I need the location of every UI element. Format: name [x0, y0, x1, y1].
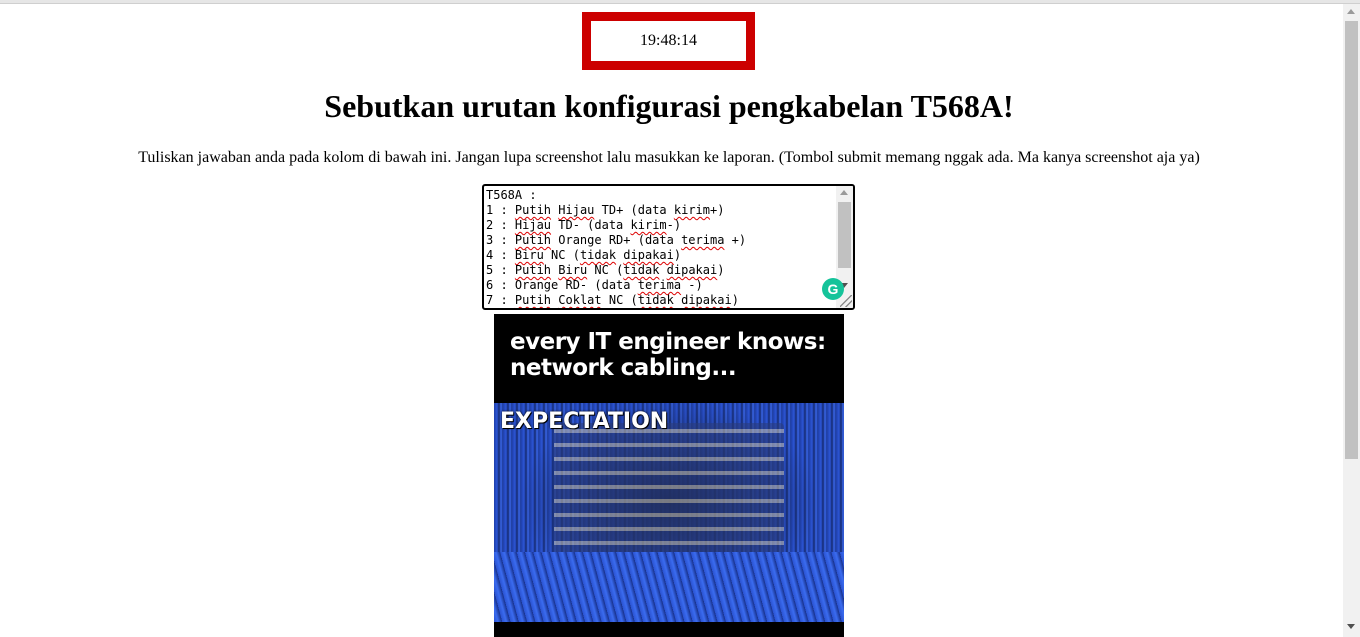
- chevron-up-icon[interactable]: [1347, 9, 1355, 14]
- meme-caption: every IT engineer knows: network cabling…: [510, 329, 840, 381]
- answer-line: 6 : Orange RD- (data terima -): [486, 278, 703, 292]
- clock-box: 19:48:14: [582, 12, 755, 70]
- page-scrollbar[interactable]: [1343, 4, 1360, 637]
- textarea-scroll-thumb[interactable]: [838, 202, 851, 268]
- meme-expectation-label: EXPECTATION: [500, 409, 669, 434]
- instructions-text: Tuliskan jawaban anda pada kolom di bawa…: [138, 149, 1200, 166]
- meme-bottom-band: [494, 622, 844, 637]
- chevron-down-icon[interactable]: [1347, 624, 1355, 629]
- answer-textarea[interactable]: T568A : 1 : Putih Hijau TD+ (data kirim+…: [482, 184, 855, 310]
- meme-image: every IT engineer knows: network cabling…: [494, 314, 844, 637]
- browser-top-edge: [0, 0, 1360, 4]
- cable-rack-photo: EXPECTATION: [494, 403, 844, 622]
- resize-grip-icon[interactable]: [840, 295, 852, 307]
- answer-line: T568A :: [486, 188, 537, 202]
- answer-line: 1 : Putih Hijau TD+ (data kirim+): [486, 203, 725, 217]
- clock-time: 19:48:14: [640, 32, 697, 49]
- answer-line: 5 : Putih Biru NC (tidak dipakai): [486, 263, 725, 277]
- patch-panel-rack: [554, 423, 784, 573]
- chevron-up-icon[interactable]: [840, 190, 848, 195]
- meme-caption-line2: network cabling...: [510, 355, 737, 381]
- answer-content[interactable]: T568A : 1 : Putih Hijau TD+ (data kirim+…: [486, 188, 836, 308]
- meme-caption-line1: every IT engineer knows:: [510, 329, 826, 355]
- answer-line: 4 : Biru NC (tidak dipakai): [486, 248, 682, 262]
- answer-line: 3 : Putih Orange RD+ (data terima +): [486, 233, 747, 247]
- page-scroll-thumb[interactable]: [1345, 21, 1358, 459]
- cable-bundle: [494, 552, 844, 622]
- question-title: Sebutkan urutan konfigurasi pengkabelan …: [324, 88, 1014, 124]
- answer-line: 2 : Hijau TD- (data kirim-): [486, 218, 682, 232]
- answer-line: 7 : Putih Coklat NC (tidak dipakai): [486, 293, 739, 307]
